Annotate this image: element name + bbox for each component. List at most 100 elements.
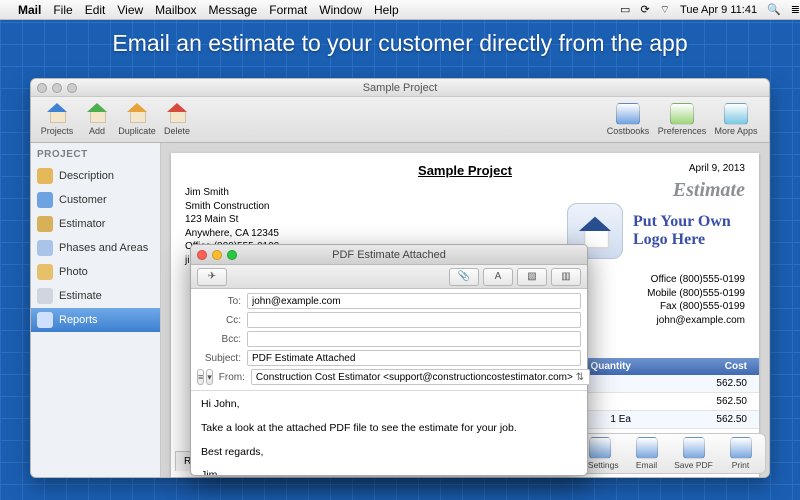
paperclip-icon: 📎 bbox=[458, 271, 470, 282]
menu-help[interactable]: Help bbox=[374, 3, 399, 17]
sidebar-item-estimate[interactable]: Estimate bbox=[31, 284, 160, 308]
subject-field[interactable] bbox=[247, 350, 581, 366]
sidebar-icon bbox=[37, 192, 53, 208]
menu-view[interactable]: View bbox=[117, 3, 143, 17]
customer-fax: Fax (800)555-0199 bbox=[647, 300, 745, 314]
from-label: From: bbox=[219, 372, 245, 383]
mail-greeting: Hi John, bbox=[201, 397, 577, 413]
duplicate-button[interactable]: Duplicate bbox=[117, 103, 157, 136]
mail-close-icon[interactable] bbox=[197, 250, 207, 260]
menu-edit[interactable]: Edit bbox=[85, 3, 106, 17]
mail-headers: To: Cc: Bcc: Subject: ≡ ▾ From: Construc… bbox=[191, 289, 587, 390]
fonts-button[interactable]: A bbox=[483, 268, 513, 286]
report-settings-icon bbox=[589, 437, 611, 459]
bcc-field[interactable] bbox=[247, 331, 581, 347]
mail-titlebar: PDF Estimate Attached bbox=[191, 245, 587, 265]
mail-regards: Best regards, bbox=[201, 445, 577, 461]
projects-button[interactable]: Projects bbox=[37, 103, 77, 136]
font-icon: A bbox=[495, 271, 502, 282]
logo-placeholder-text: Put Your Own Logo Here bbox=[633, 213, 745, 248]
customer-mobile-phone: Mobile (800)555-0199 bbox=[647, 287, 745, 301]
to-field[interactable] bbox=[247, 293, 581, 309]
header-options-button[interactable]: ≡ bbox=[197, 369, 204, 385]
sidebar-item-label: Photo bbox=[59, 266, 88, 278]
estimate-heading: Estimate bbox=[673, 179, 745, 202]
customer-office-phone: Office (800)555-0199 bbox=[647, 273, 745, 287]
mail-minimize-icon[interactable] bbox=[212, 250, 222, 260]
sidebar-icon bbox=[37, 264, 53, 280]
close-window-icon[interactable] bbox=[37, 83, 47, 93]
delete-icon bbox=[166, 103, 188, 121]
sidebar-item-reports[interactable]: Reports bbox=[31, 308, 160, 332]
columns-icon: ▥ bbox=[561, 271, 570, 282]
costbooks-icon bbox=[616, 103, 640, 125]
sidebar-item-label: Estimator bbox=[59, 218, 105, 230]
mail-body-line: Take a look at the attached PDF file to … bbox=[201, 421, 577, 437]
attach-button[interactable]: 📎 bbox=[449, 268, 479, 286]
preferences-button[interactable]: Preferences bbox=[655, 103, 709, 136]
sender-name: Jim Smith bbox=[185, 186, 745, 200]
zoom-window-icon[interactable] bbox=[67, 83, 77, 93]
sidebar-icon bbox=[37, 288, 53, 304]
document-title: Sample Project bbox=[185, 163, 745, 178]
sidebar-item-estimator[interactable]: Estimator bbox=[31, 212, 160, 236]
mail-zoom-icon[interactable] bbox=[227, 250, 237, 260]
mail-body[interactable]: Hi John, Take a look at the attached PDF… bbox=[191, 390, 587, 475]
subject-label: Subject: bbox=[197, 353, 241, 364]
spotlight-icon[interactable]: 🔍 bbox=[767, 3, 781, 16]
show-stationery-button[interactable]: ▥ bbox=[551, 268, 581, 286]
sidebar-item-description[interactable]: Description bbox=[31, 164, 160, 188]
sidebar-item-photo[interactable]: Photo bbox=[31, 260, 160, 284]
preferences-icon bbox=[670, 103, 694, 125]
menu-file[interactable]: File bbox=[53, 3, 72, 17]
send-button[interactable]: ✈ bbox=[197, 268, 227, 286]
table-row: 562.50 bbox=[579, 375, 759, 393]
sidebar-item-customer[interactable]: Customer bbox=[31, 188, 160, 212]
cc-field[interactable] bbox=[247, 312, 581, 328]
save-pdf-icon bbox=[683, 437, 705, 459]
sidebar-item-label: Reports bbox=[59, 314, 98, 326]
delete-button[interactable]: Delete bbox=[157, 103, 197, 136]
email-icon bbox=[636, 437, 658, 459]
menu-mailbox[interactable]: Mailbox bbox=[155, 3, 196, 17]
sidebar-header: PROJECT bbox=[37, 149, 154, 160]
paper-plane-icon: ✈ bbox=[208, 271, 216, 282]
costbooks-button[interactable]: Costbooks bbox=[601, 103, 655, 136]
sidebar-item-label: Description bbox=[59, 170, 114, 182]
mail-toolbar: ✈ 📎 A ▧ ▥ bbox=[191, 265, 587, 289]
email-button[interactable]: Email bbox=[624, 437, 669, 470]
menu-window[interactable]: Window bbox=[319, 3, 362, 17]
airplay-icon[interactable]: ▭ bbox=[620, 3, 630, 16]
photo-browser-button[interactable]: ▧ bbox=[517, 268, 547, 286]
table-header-cost: Cost bbox=[637, 358, 759, 375]
print-button[interactable]: Print bbox=[718, 437, 763, 470]
notifications-icon[interactable]: ≣ bbox=[791, 3, 800, 16]
save-pdf-button[interactable]: Save PDF bbox=[671, 437, 716, 470]
menubar-clock: Tue Apr 9 11:41 bbox=[680, 4, 757, 16]
wifi-icon[interactable]: ⌔ bbox=[660, 3, 670, 17]
header-menu-button[interactable]: ▾ bbox=[206, 369, 213, 385]
sidebar-item-phases-and-areas[interactable]: Phases and Areas bbox=[31, 236, 160, 260]
projects-icon bbox=[46, 103, 68, 121]
sidebar-item-label: Phases and Areas bbox=[59, 242, 148, 254]
add-button[interactable]: Add bbox=[77, 103, 117, 136]
sync-icon[interactable]: ⟳ bbox=[640, 3, 649, 16]
app-window-title: Sample Project bbox=[31, 82, 769, 94]
table-row: 1 Ea562.50 bbox=[579, 411, 759, 429]
menu-format[interactable]: Format bbox=[269, 3, 307, 17]
app-toolbar: ProjectsAddDuplicateDelete CostbooksPref… bbox=[31, 97, 769, 143]
more-apps-button[interactable]: More Apps bbox=[709, 103, 763, 136]
mail-signature: Jim bbox=[201, 468, 577, 475]
cc-label: Cc: bbox=[197, 315, 241, 326]
mac-menubar: Mail File Edit View Mailbox Message Format Win… bbox=[0, 0, 800, 20]
app-titlebar: Sample Project bbox=[31, 79, 769, 97]
from-account-value: Construction Cost Estimator <support@con… bbox=[256, 372, 573, 383]
menu-message[interactable]: Message bbox=[209, 3, 258, 17]
from-account-select[interactable]: Construction Cost Estimator <support@con… bbox=[251, 369, 590, 385]
mail-compose-window: PDF Estimate Attached ✈ 📎 A ▧ ▥ To: Cc: … bbox=[190, 244, 588, 476]
sidebar-item-label: Estimate bbox=[59, 290, 102, 302]
sidebar-icon bbox=[37, 240, 53, 256]
minimize-window-icon[interactable] bbox=[52, 83, 62, 93]
menubar-app-name[interactable]: Mail bbox=[18, 3, 41, 17]
add-icon bbox=[86, 103, 108, 121]
